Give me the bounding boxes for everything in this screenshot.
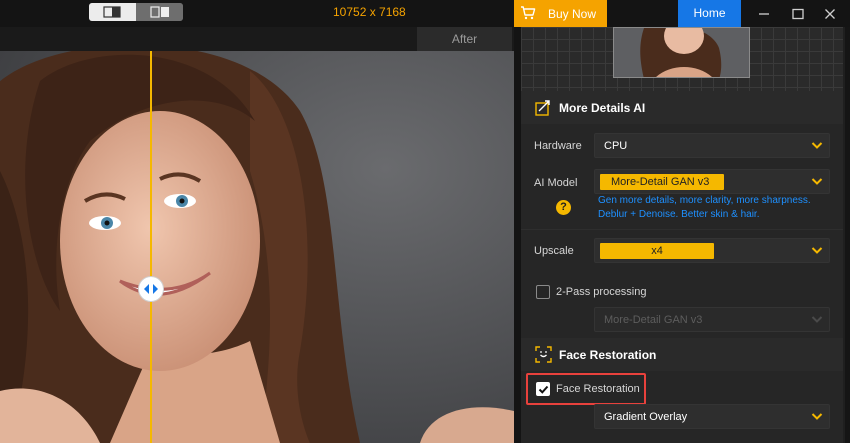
help-icon[interactable]: ?: [556, 200, 571, 215]
drag-arrows-icon: [144, 284, 158, 294]
close-button[interactable]: [813, 0, 847, 27]
ai-model-description-line1: Gen more details, more clarity, more sha…: [598, 195, 811, 206]
ai-model-select[interactable]: More-Detail GAN v3: [594, 169, 830, 194]
single-view-button[interactable]: [89, 3, 136, 21]
ai-model-value: More-Detail GAN v3: [600, 174, 724, 190]
compare-split-line[interactable]: [150, 51, 152, 443]
chevron-down-icon: [811, 142, 823, 149]
ai-model-description-line2: Deblur + Denoise. Better skin & hair.: [598, 209, 760, 220]
two-pass-checkbox[interactable]: [536, 285, 550, 299]
view-mode-toggle: [89, 3, 183, 21]
hardware-value: CPU: [604, 140, 628, 152]
panel-scrollbar[interactable]: [845, 27, 850, 443]
panel-divider[interactable]: [514, 27, 521, 443]
compare-drag-handle[interactable]: [138, 276, 164, 302]
two-pass-label[interactable]: 2-Pass processing: [556, 286, 647, 299]
thumbnail-preview[interactable]: [613, 27, 750, 78]
enhance-icon: [535, 100, 550, 116]
face-scan-icon: [535, 346, 552, 363]
chevron-down-icon: [811, 247, 823, 254]
ai-model-label: AI Model: [534, 177, 578, 189]
upscale-label: Upscale: [534, 245, 574, 257]
chevron-down-icon: [811, 316, 823, 323]
more-details-title: More Details AI: [559, 101, 646, 115]
cart-icon: [521, 6, 536, 20]
row-separator: [521, 229, 843, 230]
single-view-icon: [103, 6, 121, 18]
image-resolution: 10752 x 7168: [333, 5, 406, 19]
upscale-select[interactable]: x4: [594, 238, 830, 263]
face-restoration-header: Face Restoration: [521, 338, 843, 371]
minimize-icon: [759, 12, 769, 15]
split-view-icon: [150, 6, 169, 18]
home-button[interactable]: Home: [678, 0, 741, 27]
title-bar-left: [0, 0, 514, 27]
more-details-header: More Details AI: [521, 91, 843, 124]
chevron-down-icon: [811, 178, 823, 185]
close-icon: [825, 8, 835, 19]
split-view-button[interactable]: [136, 3, 183, 21]
portrait-photo: [0, 51, 514, 443]
after-tab[interactable]: After: [417, 27, 512, 51]
face-restoration-title: Face Restoration: [559, 348, 657, 362]
face-mode-select[interactable]: Gradient Overlay: [594, 404, 830, 429]
two-pass-model-select[interactable]: More-Detail GAN v3: [594, 307, 830, 332]
highlight-box: [526, 373, 646, 405]
buy-now-label: Buy Now: [548, 7, 597, 21]
app-window: Buy Now Home 10752 x 7168 After More Det…: [0, 0, 850, 443]
maximize-button[interactable]: [781, 0, 815, 27]
hardware-select[interactable]: CPU: [594, 133, 830, 158]
two-pass-model-value: More-Detail GAN v3: [604, 314, 703, 326]
minimize-button[interactable]: [747, 0, 781, 27]
chevron-down-icon: [811, 413, 823, 420]
buy-now-button[interactable]: Buy Now: [514, 0, 607, 27]
preview-image[interactable]: [0, 51, 514, 443]
maximize-icon: [792, 8, 804, 19]
hardware-label: Hardware: [534, 140, 582, 152]
thumbnail-image: [614, 28, 749, 77]
upscale-value: x4: [600, 243, 714, 259]
face-mode-value: Gradient Overlay: [604, 411, 688, 423]
